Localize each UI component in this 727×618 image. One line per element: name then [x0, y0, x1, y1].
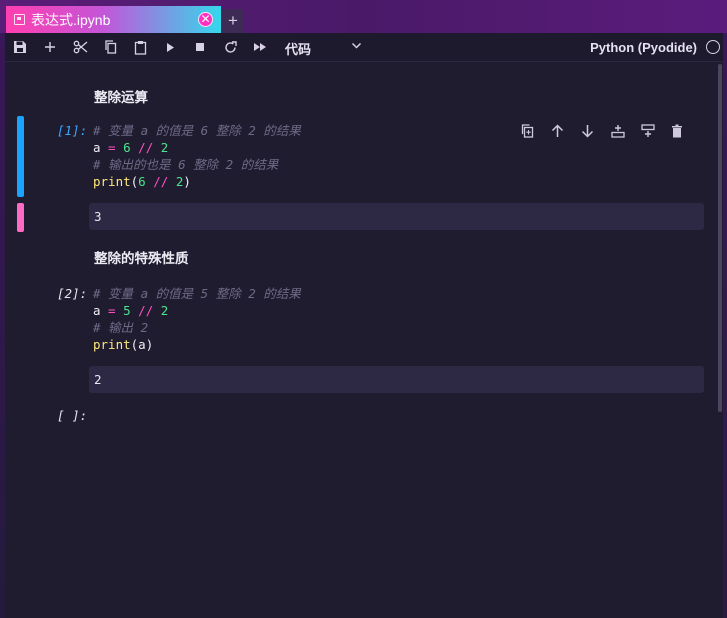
code-function: print	[93, 174, 131, 189]
notebook-toolbar: 代码 Python (Pyodide)	[5, 33, 723, 62]
notebook-icon	[14, 14, 25, 25]
markdown-cell-heading: 整除的特殊性质	[94, 251, 189, 266]
insert-above-icon[interactable]	[641, 122, 671, 140]
run-all-icon[interactable]	[248, 33, 272, 61]
code-comment: # 变量 a 的值是 6 整除 2 的结果	[93, 123, 301, 138]
code-editor[interactable]: # 变量 a 的值是 5 整除 2 的结果 a = 5 // 2 # 输出 2 …	[93, 285, 301, 353]
code-function: print	[93, 337, 131, 352]
output-indicator	[17, 203, 24, 232]
add-cell-icon[interactable]	[38, 33, 62, 61]
move-down-icon[interactable]	[581, 122, 611, 140]
cell-output: 3	[89, 203, 704, 230]
code-paren: )	[183, 174, 191, 189]
cut-icon[interactable]	[68, 33, 92, 61]
markdown-cell-heading: 整除运算	[94, 90, 148, 105]
notebook-tab[interactable]: 表达式.ipynb ✕	[6, 6, 221, 33]
code-number: 2	[160, 303, 169, 318]
code-comment: # 变量 a 的值是 5 整除 2 的结果	[93, 286, 301, 301]
tab-title: 表达式.ipynb	[31, 11, 111, 28]
delete-icon[interactable]	[671, 122, 701, 140]
cell-prompt: [1]:	[57, 123, 88, 138]
copy-icon[interactable]	[98, 33, 122, 61]
window-frame-right	[723, 33, 727, 618]
active-cell-indicator	[17, 116, 24, 197]
new-tab-button[interactable]: +	[222, 9, 244, 33]
code-number: 6	[123, 140, 131, 155]
code-comment: # 输出的也是 6 整除 2 的结果	[93, 157, 279, 172]
code-operator: //	[130, 303, 161, 318]
restart-icon[interactable]	[218, 33, 242, 61]
code-number: 6	[138, 174, 146, 189]
code-variable: a	[93, 140, 101, 155]
code-number: 5	[123, 303, 131, 318]
paste-icon[interactable]	[128, 33, 152, 61]
scrollbar[interactable]	[718, 64, 722, 412]
code-operator: //	[145, 174, 176, 189]
code-comment: # 输出 2	[93, 320, 149, 335]
kernel-status-icon	[706, 40, 720, 54]
chevron-down-icon	[351, 40, 362, 51]
code-number: 2	[160, 140, 169, 155]
code-variable: a	[93, 303, 101, 318]
cell-prompt: [2]:	[57, 286, 88, 301]
duplicate-icon[interactable]	[521, 122, 551, 140]
cell-prompt: [ ]:	[57, 408, 88, 423]
code-operator: =	[100, 140, 124, 155]
cell-type-select[interactable]: 代码	[285, 33, 367, 61]
code-args: (a)	[130, 337, 154, 352]
code-operator: =	[100, 303, 124, 318]
notebook-body[interactable]: 整除运算 [1]: # 变量 a 的值是 6 整除 2 的结果 a = 6 //…	[5, 62, 723, 618]
cell-output: 2	[89, 366, 704, 393]
code-editor[interactable]: # 变量 a 的值是 6 整除 2 的结果 a = 6 // 2 # 输出的也是…	[93, 122, 301, 190]
close-tab-icon[interactable]: ✕	[198, 12, 213, 27]
stop-icon[interactable]	[188, 33, 212, 61]
cell-type-label: 代码	[285, 42, 312, 57]
save-icon[interactable]	[8, 33, 32, 61]
cell-toolbar	[521, 122, 701, 140]
empty-code-editor[interactable]	[93, 404, 703, 426]
insert-below-icon[interactable]	[611, 122, 641, 140]
code-operator: //	[130, 140, 161, 155]
kernel-name[interactable]: Python (Pyodide)	[590, 40, 697, 55]
tab-bar: 表达式.ipynb ✕ +	[0, 0, 727, 33]
run-icon[interactable]	[158, 33, 182, 61]
move-up-icon[interactable]	[551, 122, 581, 140]
